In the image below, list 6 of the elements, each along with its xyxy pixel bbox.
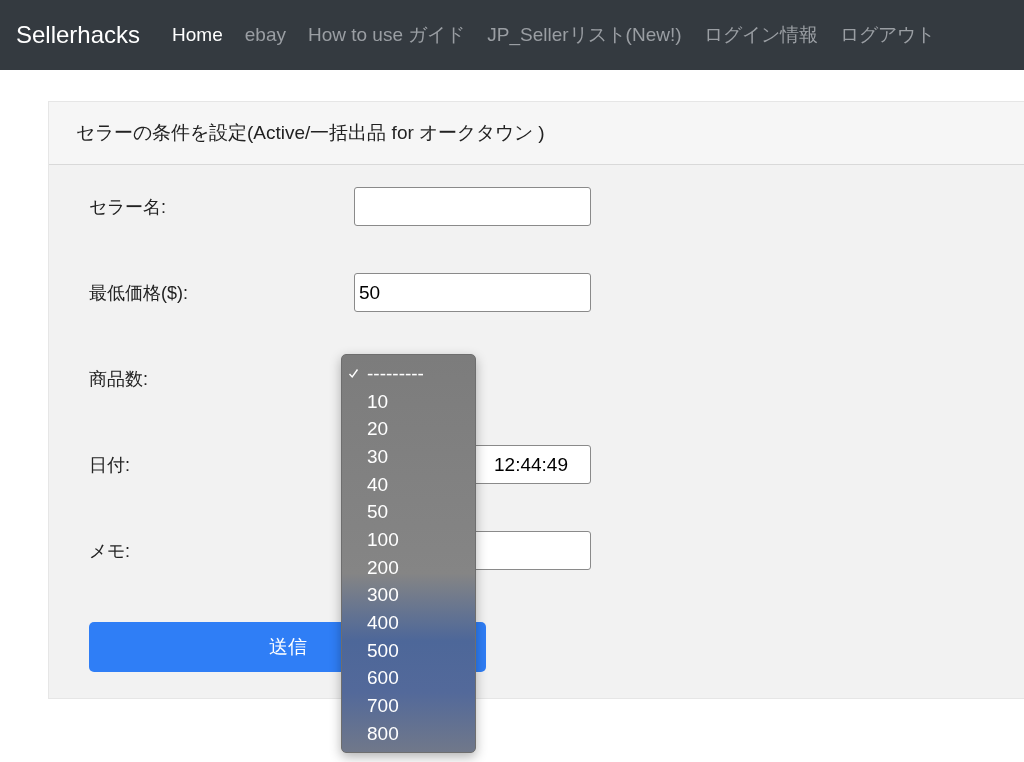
field-label: セラー名:: [89, 195, 167, 219]
field-label: メモ:: [89, 539, 131, 563]
field-label: 日付:: [89, 453, 131, 477]
card-title: セラーの条件を設定(Active/一括出品 for オークタウン ): [76, 121, 545, 145]
field-label: 最低価格($):: [89, 281, 189, 305]
field-label: 商品数:: [89, 367, 149, 391]
